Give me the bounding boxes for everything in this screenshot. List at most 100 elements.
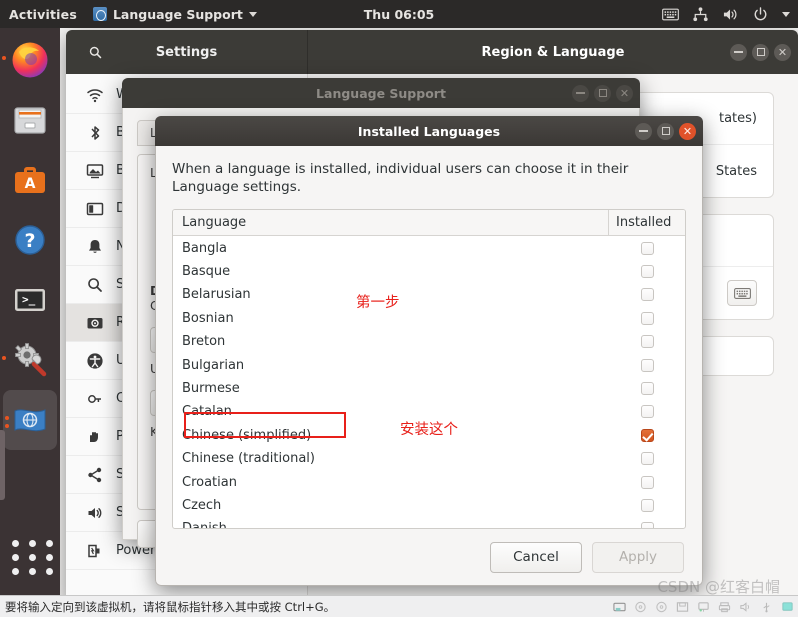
usb-icon[interactable] [760,601,773,613]
search-button[interactable] [78,37,112,67]
installed-cell[interactable] [609,522,685,529]
installed-cell[interactable] [609,241,685,255]
installed-cell[interactable] [609,358,685,372]
installed-checkbox[interactable] [640,428,654,442]
chevron-down-icon[interactable] [782,11,790,17]
language-name: Czech [182,497,222,513]
table-row[interactable]: Danish [173,517,685,529]
bluetooth-icon [91,125,100,140]
network-icon[interactable] [692,6,709,22]
grid-dot [12,540,19,547]
cd-icon[interactable] [634,601,647,613]
installed-checkbox[interactable] [640,288,654,302]
files-icon [14,107,46,134]
installed-checkbox[interactable] [640,522,654,529]
floppy-icon[interactable] [676,601,689,613]
dock-item-terminal[interactable]: >_ [0,270,60,330]
maximize-button[interactable] [594,84,611,102]
chevron-down-icon [248,11,257,17]
activities-button[interactable]: Activities [9,7,77,22]
page-title: Region & Language [481,44,625,60]
language-name: Basque [182,264,231,280]
installed-cell[interactable] [609,381,685,395]
installed-checkbox[interactable] [640,311,654,325]
displays-icon [86,202,104,215]
installed-cell[interactable] [609,265,685,279]
maximize-button[interactable] [657,122,674,140]
launcher-dock: A ? >_ [0,28,60,601]
sound-icon [88,507,102,518]
installed-cell[interactable] [609,335,685,349]
language-name: Bangla [182,240,227,256]
close-button[interactable]: ✕ [616,84,633,102]
dock-item-settings[interactable] [0,330,60,390]
table-row[interactable]: Bosnian [173,307,685,330]
table-row[interactable]: Czech [173,494,685,517]
installed-cell[interactable] [609,475,685,489]
table-row[interactable]: Bangla [173,236,685,259]
installed-checkbox[interactable] [640,475,654,489]
apply-button[interactable]: Apply [592,541,684,573]
installed-cell[interactable] [609,288,685,302]
installed-checkbox[interactable] [640,498,654,512]
clock[interactable]: Thu 06:05 [364,7,434,22]
vmware-message: 要将输入定向到该虚拟机，请将鼠标指针移入其中或按 Ctrl+G。 [5,599,336,614]
volume-icon[interactable] [722,7,739,22]
table-row[interactable]: Belarusian [173,283,685,306]
minimize-button[interactable] [635,122,652,140]
disk-icon[interactable] [613,601,626,613]
installed-cell[interactable] [609,311,685,325]
table-row[interactable]: Burmese [173,377,685,400]
grid-dot [46,568,53,575]
language-support-icon [92,7,107,21]
installed-checkbox[interactable] [640,381,654,395]
installed-checkbox[interactable] [640,335,654,349]
installed-checkbox[interactable] [640,452,654,466]
privacy-icon [90,431,98,442]
printer-icon[interactable] [718,601,731,613]
dialog-body: When a language is installed, individual… [155,146,703,586]
show-applications-button[interactable] [12,540,56,575]
close-button[interactable]: ✕ [774,43,791,61]
dock-item-help[interactable]: ? [0,210,60,270]
close-button[interactable]: ✕ [679,122,696,140]
network-icon[interactable] [697,601,710,613]
annotation-step-one: 第一步 [356,295,400,311]
keyboard-icon[interactable] [662,7,679,22]
installed-checkbox[interactable] [640,405,654,419]
language-name: Catalan [182,404,232,420]
dock-item-software[interactable]: A [0,150,60,210]
grid-dot [46,540,53,547]
sound-icon[interactable] [739,601,752,613]
minimize-button[interactable] [572,84,589,102]
table-row[interactable]: Breton [173,330,685,353]
cancel-button[interactable]: Cancel [490,541,582,573]
installed-checkbox[interactable] [640,358,654,372]
dock-item-firefox[interactable] [0,30,60,90]
table-row[interactable]: Basque [173,260,685,283]
app-menu-button[interactable]: Language Support [92,7,257,22]
table-row[interactable]: Chinese (traditional) [173,447,685,470]
dock-item-files[interactable] [0,90,60,150]
installed-cell[interactable] [609,405,685,419]
dock-item-language-support[interactable] [3,390,57,450]
installed-checkbox[interactable] [640,265,654,279]
power-icon[interactable] [752,6,769,22]
cd2-icon[interactable] [655,601,668,613]
help-icon: ? [15,225,45,255]
settings-header: Settings Region & Language ✕ [66,30,798,74]
grid-dot [29,568,36,575]
keyboard-settings-button[interactable] [727,280,757,306]
universal-access-icon [87,352,103,369]
dialog-title: Installed Languages [357,123,501,139]
display-icon[interactable] [781,601,794,613]
table-row[interactable]: Bulgarian [173,353,685,376]
installed-cell[interactable] [609,498,685,512]
installed-cell[interactable] [609,452,685,466]
column-header-installed: Installed [616,215,672,231]
minimize-button[interactable] [730,43,747,61]
installed-checkbox[interactable] [640,241,654,255]
maximize-button[interactable] [752,43,769,61]
installed-cell[interactable] [609,428,685,442]
table-row[interactable]: Croatian [173,470,685,493]
